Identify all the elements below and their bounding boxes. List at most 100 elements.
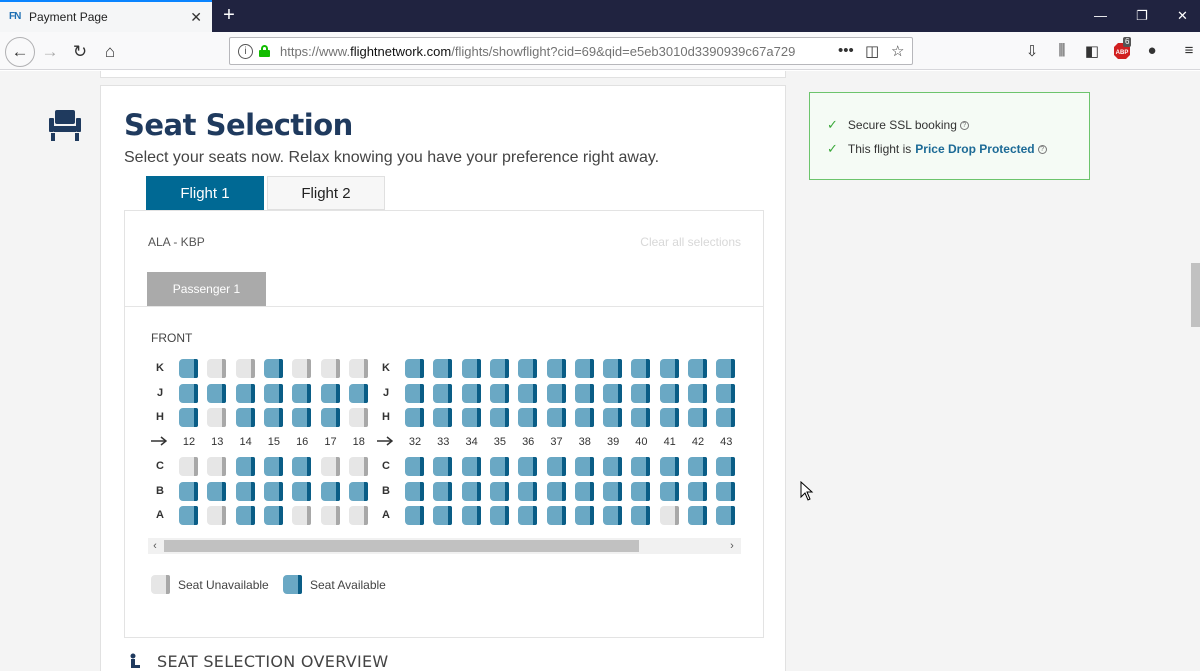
seat-H39[interactable] — [603, 408, 623, 427]
seat-K33[interactable] — [433, 359, 453, 378]
seat-B17[interactable] — [320, 481, 340, 501]
scroll-left-icon[interactable]: ‹ — [148, 538, 162, 554]
seat-A36[interactable] — [518, 506, 538, 525]
seat-K38[interactable] — [574, 359, 594, 378]
seat-C43[interactable] — [716, 457, 736, 476]
seat-C38[interactable] — [574, 457, 594, 476]
seat-H41[interactable] — [659, 408, 679, 427]
seat-H38[interactable] — [574, 408, 594, 427]
seat-B33[interactable] — [433, 481, 453, 501]
seat-H42[interactable] — [688, 408, 707, 427]
seat-K37[interactable] — [546, 359, 566, 378]
seat-B37[interactable] — [546, 481, 566, 501]
seat-K41[interactable] — [659, 359, 679, 378]
downloads-icon[interactable]: ⇩ — [1022, 42, 1042, 62]
seat-A35[interactable] — [489, 506, 509, 525]
seat-C16[interactable] — [292, 457, 312, 476]
account-icon[interactable]: ● — [1142, 42, 1162, 62]
seat-J42[interactable] — [688, 383, 707, 403]
pocket-icon[interactable]: ◫ — [865, 42, 879, 60]
menu-icon[interactable]: ≡ — [1179, 42, 1199, 62]
seat-H33[interactable] — [433, 408, 453, 427]
seat-K39[interactable] — [603, 359, 623, 378]
seat-K40[interactable] — [631, 359, 651, 378]
browser-tab[interactable]: FN Payment Page ✕ — [0, 0, 212, 32]
seat-H36[interactable] — [518, 408, 538, 427]
seat-J40[interactable] — [631, 383, 651, 403]
seat-B35[interactable] — [489, 481, 509, 501]
scrollbar-thumb[interactable] — [164, 540, 639, 552]
seat-J39[interactable] — [603, 383, 623, 403]
help-icon[interactable]: ? — [959, 120, 969, 130]
home-button[interactable]: ⌂ — [97, 39, 123, 65]
seat-C37[interactable] — [546, 457, 566, 476]
forward-button[interactable]: → — [37, 39, 63, 65]
library-icon[interactable]: ⫼ — [1052, 42, 1072, 62]
seat-A33[interactable] — [433, 506, 453, 525]
seat-B42[interactable] — [688, 481, 707, 501]
seat-B14[interactable] — [235, 481, 255, 501]
seat-H17[interactable] — [320, 408, 340, 427]
seat-B15[interactable] — [263, 481, 283, 501]
seat-A32[interactable] — [405, 506, 424, 525]
seat-H15[interactable] — [263, 408, 283, 427]
seat-B12[interactable] — [179, 481, 198, 501]
seat-K12[interactable] — [179, 359, 198, 378]
tab-flight-2[interactable]: Flight 2 — [267, 176, 385, 210]
new-tab-button[interactable]: + — [218, 3, 240, 27]
seat-C14[interactable] — [235, 457, 255, 476]
seat-J38[interactable] — [574, 383, 594, 403]
seat-B13[interactable] — [207, 481, 227, 501]
page-actions-icon[interactable]: ••• — [838, 42, 854, 59]
seat-B18[interactable] — [348, 481, 368, 501]
seat-C32[interactable] — [405, 457, 424, 476]
close-tab-icon[interactable]: ✕ — [190, 9, 202, 26]
seat-B32[interactable] — [405, 481, 424, 501]
seat-A12[interactable] — [179, 506, 198, 525]
seat-J16[interactable] — [292, 383, 312, 403]
sidebar-icon[interactable]: ◧ — [1082, 42, 1102, 62]
seat-A34[interactable] — [461, 506, 481, 525]
info-icon[interactable]: i — [238, 43, 253, 59]
seat-J36[interactable] — [518, 383, 538, 403]
seat-A43[interactable] — [716, 506, 736, 525]
seat-J18[interactable] — [348, 383, 368, 403]
help-icon[interactable]: ? — [1037, 144, 1047, 154]
seat-J35[interactable] — [489, 383, 509, 403]
seat-K35[interactable] — [489, 359, 509, 378]
seat-J37[interactable] — [546, 383, 566, 403]
page-scrollbar-thumb[interactable] — [1191, 263, 1200, 327]
seat-C15[interactable] — [263, 457, 283, 476]
seat-H32[interactable] — [405, 408, 424, 427]
seat-A37[interactable] — [546, 506, 566, 525]
seat-map-scrollbar[interactable]: ‹ › — [148, 538, 741, 554]
seat-H35[interactable] — [489, 408, 509, 427]
price-drop-link[interactable]: Price Drop Protected — [915, 142, 1034, 156]
seat-J43[interactable] — [716, 383, 736, 403]
seat-B38[interactable] — [574, 481, 594, 501]
seat-H43[interactable] — [716, 408, 736, 427]
seat-J15[interactable] — [263, 383, 283, 403]
seat-H40[interactable] — [631, 408, 651, 427]
seat-J12[interactable] — [179, 383, 198, 403]
window-close-icon[interactable]: ✕ — [1177, 8, 1188, 24]
seat-C40[interactable] — [631, 457, 651, 476]
seat-B40[interactable] — [631, 481, 651, 501]
seat-J41[interactable] — [659, 383, 679, 403]
seat-C39[interactable] — [603, 457, 623, 476]
seat-H16[interactable] — [292, 408, 312, 427]
seat-B43[interactable] — [716, 481, 736, 501]
bookmark-star-icon[interactable]: ☆ — [891, 42, 904, 60]
seat-J17[interactable] — [320, 383, 340, 403]
seat-A15[interactable] — [263, 506, 283, 525]
seat-C34[interactable] — [461, 457, 481, 476]
tab-passenger-1[interactable]: Passenger 1 — [147, 272, 266, 306]
seat-H34[interactable] — [461, 408, 481, 427]
minimize-icon[interactable]: — — [1094, 8, 1107, 23]
adblock-icon[interactable]: ABP 6 — [1112, 37, 1132, 62]
clear-selections-link[interactable]: Clear all selections — [640, 235, 741, 249]
seat-K43[interactable] — [716, 359, 736, 378]
seat-K32[interactable] — [405, 359, 424, 378]
seat-H14[interactable] — [235, 408, 255, 427]
seat-J32[interactable] — [405, 383, 424, 403]
